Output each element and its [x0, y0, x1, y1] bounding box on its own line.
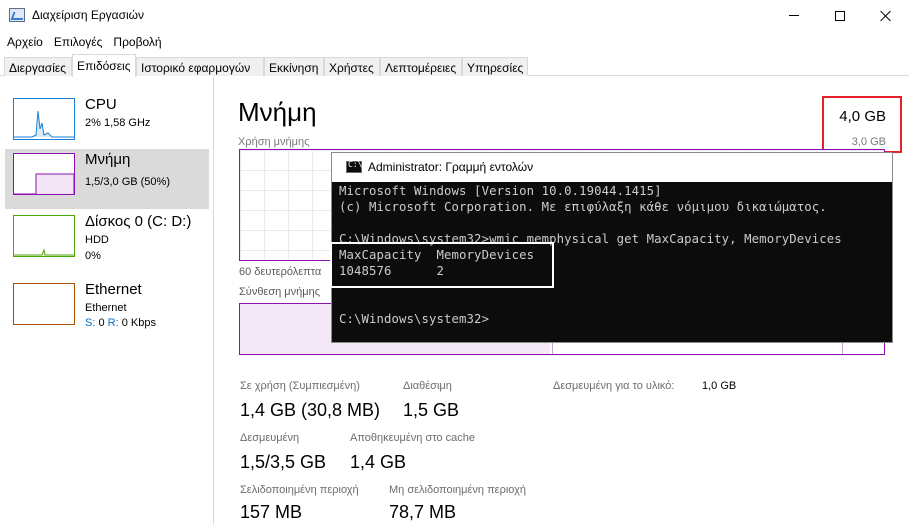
menu-bar: Αρχείο Επιλογές Προβολή: [0, 31, 909, 53]
page-title: Μνήμη: [238, 97, 317, 127]
resource-ethernet-adapter: Ethernet: [85, 302, 127, 314]
committed-label: Δεσμευμένη: [240, 432, 300, 444]
resource-ethernet[interactable]: Ethernet Ethernet S: 0 R: 0 Kbps: [5, 279, 209, 339]
tab-details[interactable]: Λεπτομέρειες: [380, 57, 462, 76]
capacity-total: 4,0 GB: [839, 108, 886, 125]
paged-pool-value: 157 MB: [240, 502, 303, 522]
menu-options[interactable]: Επιλογές: [47, 31, 107, 53]
resource-ethernet-throughput: S: 0 R: 0 Kbps: [85, 317, 156, 329]
maximize-button[interactable]: [817, 0, 863, 31]
in-use-value: 1,4 GB (30,8 MB): [240, 400, 381, 420]
ethernet-thumbnail-graph: [13, 283, 75, 325]
tab-strip: Διεργασίες Επιδόσεις Ιστορικό εφαρμογών …: [0, 54, 909, 77]
resource-memory-name: Μνήμη: [85, 151, 131, 168]
resource-cpu-usage: 2% 1,58 GHz: [85, 117, 151, 129]
resource-disk-usage: 0%: [85, 250, 101, 262]
resource-cpu-name: CPU: [85, 96, 117, 113]
ethernet-receive-value: 0 Kbps: [121, 317, 156, 329]
graph-time-label: 60 δευτερόλεπτα: [239, 266, 322, 278]
cpu-thumbnail-graph: [13, 98, 75, 140]
ethernet-send-value: 0: [98, 317, 105, 329]
resource-list: CPU 2% 1,58 GHz Μνήμη 1,5/3,0 GB (50%) Δ…: [0, 77, 214, 525]
tab-processes[interactable]: Διεργασίες: [4, 57, 72, 76]
tab-app-history[interactable]: Ιστορικό εφαρμογών: [136, 57, 264, 76]
resource-disk[interactable]: Δίσκος 0 (C: D:) HDD 0%: [5, 211, 209, 271]
ethernet-send-label: S:: [85, 317, 96, 329]
tab-users[interactable]: Χρήστες: [324, 57, 380, 76]
disk-thumbnail-graph: [13, 215, 75, 257]
ethernet-receive-label: R:: [107, 317, 119, 329]
memory-thumbnail-graph: [13, 153, 75, 195]
nonpaged-pool-label: Μη σελιδοποιημένη περιοχή: [389, 484, 526, 496]
resource-ethernet-name: Ethernet: [85, 281, 142, 298]
committed-value: 1,5/3,5 GB: [240, 452, 327, 472]
resource-memory[interactable]: Μνήμη 1,5/3,0 GB (50%): [5, 149, 209, 209]
reserved-hw-value: 1,0 GB: [702, 380, 737, 392]
available-value: 1,5 GB: [403, 400, 460, 420]
nonpaged-pool-value: 78,7 MB: [389, 502, 457, 522]
title-bar: Διαχείριση Εργασιών: [0, 0, 909, 31]
tab-startup[interactable]: Εκκίνηση: [264, 57, 324, 76]
resource-disk-name: Δίσκος 0 (C: D:): [85, 213, 192, 230]
cmd-icon: C:\: [346, 160, 362, 173]
minimize-button[interactable]: [771, 0, 817, 31]
menu-view[interactable]: Προβολή: [106, 31, 165, 53]
resource-memory-usage: 1,5/3,0 GB (50%): [85, 176, 170, 188]
resource-disk-type: HDD: [85, 234, 109, 246]
maximize-icon: [835, 10, 845, 21]
close-icon: [880, 10, 892, 22]
capacity-usable: 3,0 GB: [851, 136, 886, 148]
resource-cpu[interactable]: CPU 2% 1,58 GHz: [5, 94, 209, 154]
available-label: Διαθέσιμη: [403, 380, 452, 392]
capacity-highlight: 4,0 GB 3,0 GB: [822, 96, 902, 153]
memory-composition-label: Σύνθεση μνήμης: [239, 286, 321, 298]
cached-value: 1,4 GB: [350, 452, 407, 472]
cmd-line: Microsoft Windows [Version 10.0.19044.14…: [339, 184, 662, 198]
tab-performance[interactable]: Επιδόσεις: [72, 54, 136, 77]
task-manager-icon: [9, 8, 25, 22]
paged-pool-label: Σελιδοποιημένη περιοχή: [240, 484, 359, 496]
menu-file[interactable]: Αρχείο: [0, 31, 47, 53]
close-button[interactable]: [863, 0, 909, 31]
cmd-output-highlight: [330, 242, 554, 288]
cmd-title-bar[interactable]: C:\ Administrator: Γραμμή εντολών: [332, 153, 892, 182]
cached-label: Αποθηκευμένη στο cache: [350, 432, 475, 444]
minimize-icon: [789, 15, 799, 16]
memory-usage-label: Χρήση μνήμης: [238, 136, 310, 148]
cmd-window-title: Administrator: Γραμμή εντολών: [368, 160, 534, 174]
window-title: Διαχείριση Εργασιών: [32, 8, 145, 22]
reserved-hw-label: Δεσμευμένη για το υλικό:: [553, 380, 675, 392]
cmd-prompt-line: C:\Windows\system32>: [339, 312, 490, 326]
in-use-label: Σε χρήση (Συμπιεσμένη): [240, 380, 360, 392]
tab-services[interactable]: Υπηρεσίες: [462, 57, 528, 76]
cmd-line: (c) Microsoft Corporation. Με επιφύλαξη …: [339, 200, 827, 214]
